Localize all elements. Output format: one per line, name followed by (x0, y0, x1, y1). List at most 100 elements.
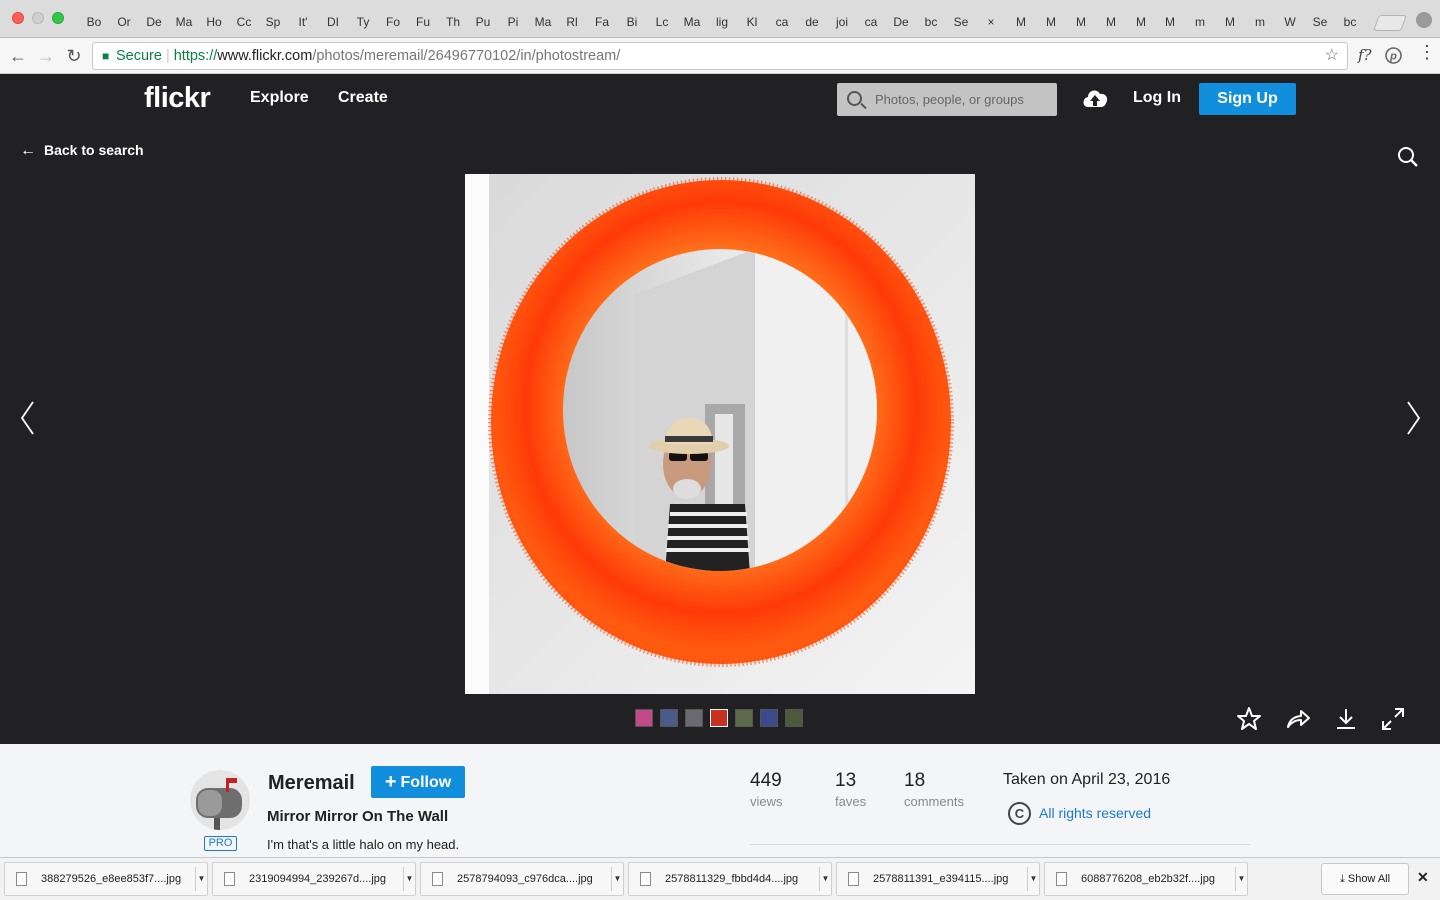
download-item[interactable]: 2578811329_fbbd4d4....jpg ▼ (628, 862, 832, 896)
tab-label: Kl (746, 15, 758, 29)
rights-link[interactable]: All rights reserved (1039, 805, 1151, 821)
browser-tab[interactable]: Pi (497, 8, 529, 38)
search-input[interactable] (875, 89, 1050, 109)
back-to-search-link[interactable]: ← Back to search (20, 142, 144, 160)
browser-tab[interactable]: ca (855, 8, 887, 38)
owner-name[interactable]: Meremail (268, 772, 355, 795)
nav-explore[interactable]: Explore (250, 89, 309, 107)
browser-tab[interactable]: Fa (586, 8, 618, 38)
signup-button[interactable]: Sign Up (1199, 83, 1296, 115)
tab-active-close[interactable]: × (975, 8, 1007, 38)
filmstrip-thumb[interactable] (635, 709, 653, 727)
follow-button[interactable]: + Follow (371, 766, 465, 798)
forward-arrow-icon[interactable]: → (34, 44, 58, 68)
browser-tab[interactable]: DI (317, 8, 349, 38)
browser-tab[interactable]: ca (766, 8, 798, 38)
filmstrip-thumb[interactable] (785, 709, 803, 727)
browser-tab[interactable]: De (138, 8, 170, 38)
filmstrip-thumb[interactable] (660, 709, 678, 727)
browser-tab[interactable]: M (1214, 8, 1246, 38)
browser-tab[interactable]: bc (1334, 8, 1366, 38)
profile-icon[interactable] (1416, 12, 1432, 28)
browser-tab[interactable]: M (1065, 8, 1097, 38)
show-all-downloads-button[interactable]: ⤓ Show All (1321, 863, 1409, 895)
browser-tab[interactable]: Rl (556, 8, 588, 38)
address-bar[interactable]: ■ Secure | https://www.flickr.com/photos/me… (92, 42, 1348, 70)
browser-tab[interactable]: M (1154, 8, 1186, 38)
browser-tab[interactable]: m (1244, 8, 1276, 38)
close-window-button[interactable] (12, 12, 24, 24)
close-downloads-icon[interactable]: ✕ (1417, 869, 1429, 886)
caret-down-icon[interactable]: ▼ (819, 867, 831, 891)
browser-tab[interactable]: Ty (347, 8, 379, 38)
browser-tab[interactable]: Th (437, 8, 469, 38)
flickr-logo[interactable]: flickr (144, 82, 211, 115)
browser-tab[interactable]: Cc (228, 8, 260, 38)
download-item[interactable]: 2319094994_239267d....jpg ▼ (212, 862, 416, 896)
browser-tab[interactable]: Ho (198, 8, 230, 38)
tab-label: Lc (655, 15, 669, 29)
browser-tab[interactable]: bc (915, 8, 947, 38)
more-icon[interactable]: ⋮ (1418, 44, 1436, 62)
previous-photo-arrow-icon[interactable] (18, 400, 38, 436)
download-item[interactable]: 388279526_e8ee853f7....jpg ▼ (4, 862, 208, 896)
upload-cloud-icon[interactable] (1080, 83, 1110, 113)
browser-tab[interactable]: Ma (527, 8, 559, 38)
browser-tab[interactable]: W (1274, 8, 1306, 38)
minimize-window-button[interactable] (32, 12, 44, 24)
pinterest-icon[interactable]: p (1385, 47, 1402, 64)
reload-icon[interactable]: ↻ (62, 44, 86, 68)
browser-tab[interactable]: M (1095, 8, 1127, 38)
filmstrip-thumb[interactable] (735, 709, 753, 727)
browser-tab[interactable]: Bi (616, 8, 648, 38)
browser-tab[interactable]: Se (1304, 8, 1336, 38)
download-icon[interactable] (1333, 706, 1359, 732)
browser-tab[interactable]: It' (287, 8, 319, 38)
file-icon (848, 872, 859, 886)
caret-down-icon[interactable]: ▼ (195, 867, 207, 891)
browser-tab[interactable]: Or (108, 8, 140, 38)
download-item[interactable]: 2578811391_e394115....jpg ▼ (836, 862, 1040, 896)
owner-avatar[interactable] (190, 770, 250, 830)
caret-down-icon[interactable]: ▼ (403, 867, 415, 891)
browser-tab[interactable]: Lc (646, 8, 678, 38)
browser-tab[interactable]: De (885, 8, 917, 38)
browser-tab[interactable]: M (1005, 8, 1037, 38)
fave-star-icon[interactable] (1236, 706, 1262, 732)
browser-tab[interactable]: joi (826, 8, 858, 38)
fullscreen-icon[interactable] (1380, 706, 1406, 732)
browser-tab[interactable]: lig (706, 8, 738, 38)
browser-tab[interactable]: de (796, 8, 828, 38)
f-extension-icon[interactable]: f? (1358, 46, 1372, 64)
maximize-window-button[interactable] (52, 12, 64, 24)
browser-tab[interactable]: Pu (467, 8, 499, 38)
browser-tab[interactable]: Fu (407, 8, 439, 38)
filmstrip-thumb[interactable] (760, 709, 778, 727)
caret-down-icon[interactable]: ▼ (611, 867, 623, 891)
bookmark-star-icon[interactable]: ☆ (1325, 43, 1339, 69)
browser-tab[interactable]: Sp (257, 8, 289, 38)
browser-tab[interactable]: m (1184, 8, 1216, 38)
login-link[interactable]: Log In (1133, 89, 1181, 107)
new-tab-button[interactable] (1373, 15, 1407, 31)
caret-down-icon[interactable]: ▼ (1235, 867, 1247, 891)
filmstrip-thumb[interactable] (685, 709, 703, 727)
browser-tab[interactable]: Ma (676, 8, 708, 38)
magnifier-icon[interactable] (1397, 146, 1419, 168)
browser-tab[interactable]: Bo (78, 8, 110, 38)
browser-tab[interactable]: Ma (168, 8, 200, 38)
browser-tab[interactable]: Kl (736, 8, 768, 38)
nav-create[interactable]: Create (338, 89, 388, 107)
browser-tab[interactable]: M (1125, 8, 1157, 38)
browser-tab[interactable]: Se (945, 8, 977, 38)
next-photo-arrow-icon[interactable] (1403, 400, 1423, 436)
download-item[interactable]: 2578794093_c976dca....jpg ▼ (420, 862, 624, 896)
share-icon[interactable] (1285, 706, 1311, 732)
browser-tab[interactable]: M (1035, 8, 1067, 38)
filmstrip-thumb-current[interactable] (710, 709, 728, 727)
browser-tab[interactable]: Fo (377, 8, 409, 38)
caret-down-icon[interactable]: ▼ (1027, 867, 1039, 891)
search-box[interactable] (837, 83, 1057, 116)
back-arrow-icon[interactable]: ← (6, 44, 30, 68)
download-item[interactable]: 6088776208_eb2b32f....jpg ▼ (1044, 862, 1248, 896)
